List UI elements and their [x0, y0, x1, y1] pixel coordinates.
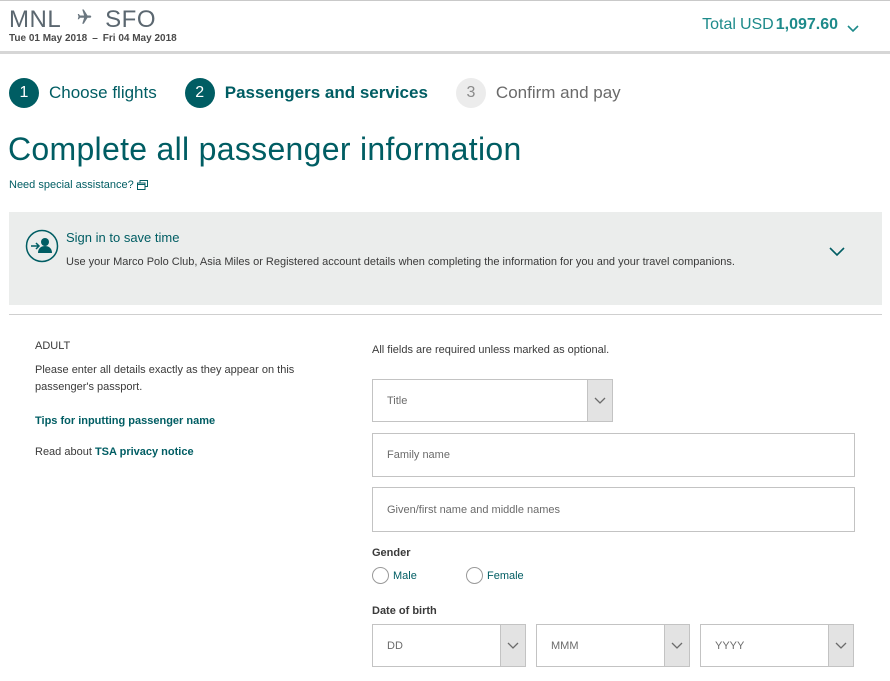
gender-male-radio[interactable]: Male [372, 567, 417, 584]
step-choose-flights[interactable]: 1 Choose flights [9, 78, 157, 108]
signin-description: Use your Marco Polo Club, Asia Miles or … [66, 256, 735, 268]
trip-dates: Tue 01 May 2018 – Fri 04 May 2018 [9, 33, 177, 44]
dob-day-placeholder: DD [387, 639, 403, 652]
step-number: 3 [455, 78, 486, 108]
section-divider [9, 314, 882, 315]
chevron-down-icon[interactable] [828, 245, 846, 259]
return-date: Fri 04 May 2018 [102, 33, 177, 44]
title-placeholder: Title [387, 394, 408, 407]
given-name-input[interactable]: Given/first name and middle names [372, 487, 855, 532]
dob-year-dropdown-button[interactable] [828, 625, 853, 666]
signin-panel[interactable]: Sign in to save time Use your Marco Polo… [9, 212, 882, 305]
family-name-placeholder: Family name [387, 449, 450, 461]
gender-female-radio[interactable]: Female [466, 567, 524, 584]
chevron-down-icon [835, 642, 847, 649]
signin-title: Sign in to save time [66, 230, 180, 245]
radio-circle[interactable] [466, 567, 483, 584]
tsa-prefix: Read about [35, 446, 92, 458]
family-name-input[interactable]: Family name [372, 433, 855, 477]
route: MNL SFO [9, 6, 156, 34]
dob-month-dropdown-button[interactable] [664, 625, 689, 666]
total-amount: 1,097.60 [775, 16, 838, 33]
airplane-icon [73, 8, 93, 32]
origin-code: MNL [9, 6, 62, 33]
total-price-toggle[interactable]: Total USD 1,097.60 [702, 16, 838, 34]
radio-circle[interactable] [372, 567, 389, 584]
passport-instruction: Please enter all details exactly as they… [35, 364, 295, 393]
gender-label: Gender [372, 547, 411, 559]
required-note: All fields are required unless marked as… [372, 344, 610, 356]
chevron-down-icon [671, 642, 683, 649]
step-number: 2 [184, 78, 215, 108]
dob-day-dropdown-button[interactable] [500, 625, 525, 666]
step-label: Choose flights [49, 83, 157, 102]
dob-month-select[interactable]: MMM [536, 624, 690, 667]
date-separator: – [92, 33, 98, 44]
dob-day-select[interactable]: DD [372, 624, 526, 667]
depart-date: Tue 01 May 2018 [9, 33, 88, 44]
dob-year-placeholder: YYYY [715, 639, 745, 652]
dob-label: Date of birth [372, 605, 437, 617]
gender-male-label: Male [393, 569, 417, 582]
booking-header: MNL SFO Tue 01 May 2018 – Fri 04 May 201… [0, 0, 890, 54]
booking-progress: 1 Choose flights 2 Passengers and servic… [9, 78, 649, 108]
chevron-down-icon [507, 642, 519, 649]
page-title: Complete all passenger information [8, 131, 522, 167]
assistance-label: Need special assistance? [9, 179, 134, 191]
person-signin-icon [25, 229, 59, 263]
given-name-placeholder: Given/first name and middle names [387, 503, 561, 516]
title-dropdown-button[interactable] [587, 380, 612, 421]
currency: USD [739, 16, 774, 33]
special-assistance-link[interactable]: Need special assistance? [9, 179, 148, 191]
step-confirm-pay: 3 Confirm and pay [455, 78, 621, 108]
external-window-icon [136, 180, 148, 190]
gender-female-label: Female [487, 569, 524, 582]
step-label: Confirm and pay [495, 83, 621, 102]
step-passengers-services: 2 Passengers and services [184, 78, 428, 108]
passenger-info-column: ADULT Please enter all details exactly a… [35, 340, 345, 458]
passenger-type: ADULT [35, 340, 71, 352]
tsa-notice: Read about TSA privacy notice [35, 446, 345, 458]
chevron-down-icon[interactable] [846, 22, 860, 36]
dob-month-placeholder: MMM [551, 639, 579, 652]
dob-year-select[interactable]: YYYY [700, 624, 854, 667]
destination-code: SFO [105, 6, 157, 33]
tsa-privacy-link[interactable]: TSA privacy notice [95, 446, 194, 458]
total-label: Total [702, 16, 736, 33]
name-tips-link[interactable]: Tips for inputting passenger name [35, 415, 345, 427]
step-label: Passengers and services [224, 83, 428, 102]
title-select[interactable]: Title [372, 379, 613, 422]
chevron-down-icon [594, 397, 606, 404]
step-number: 1 [9, 78, 39, 108]
